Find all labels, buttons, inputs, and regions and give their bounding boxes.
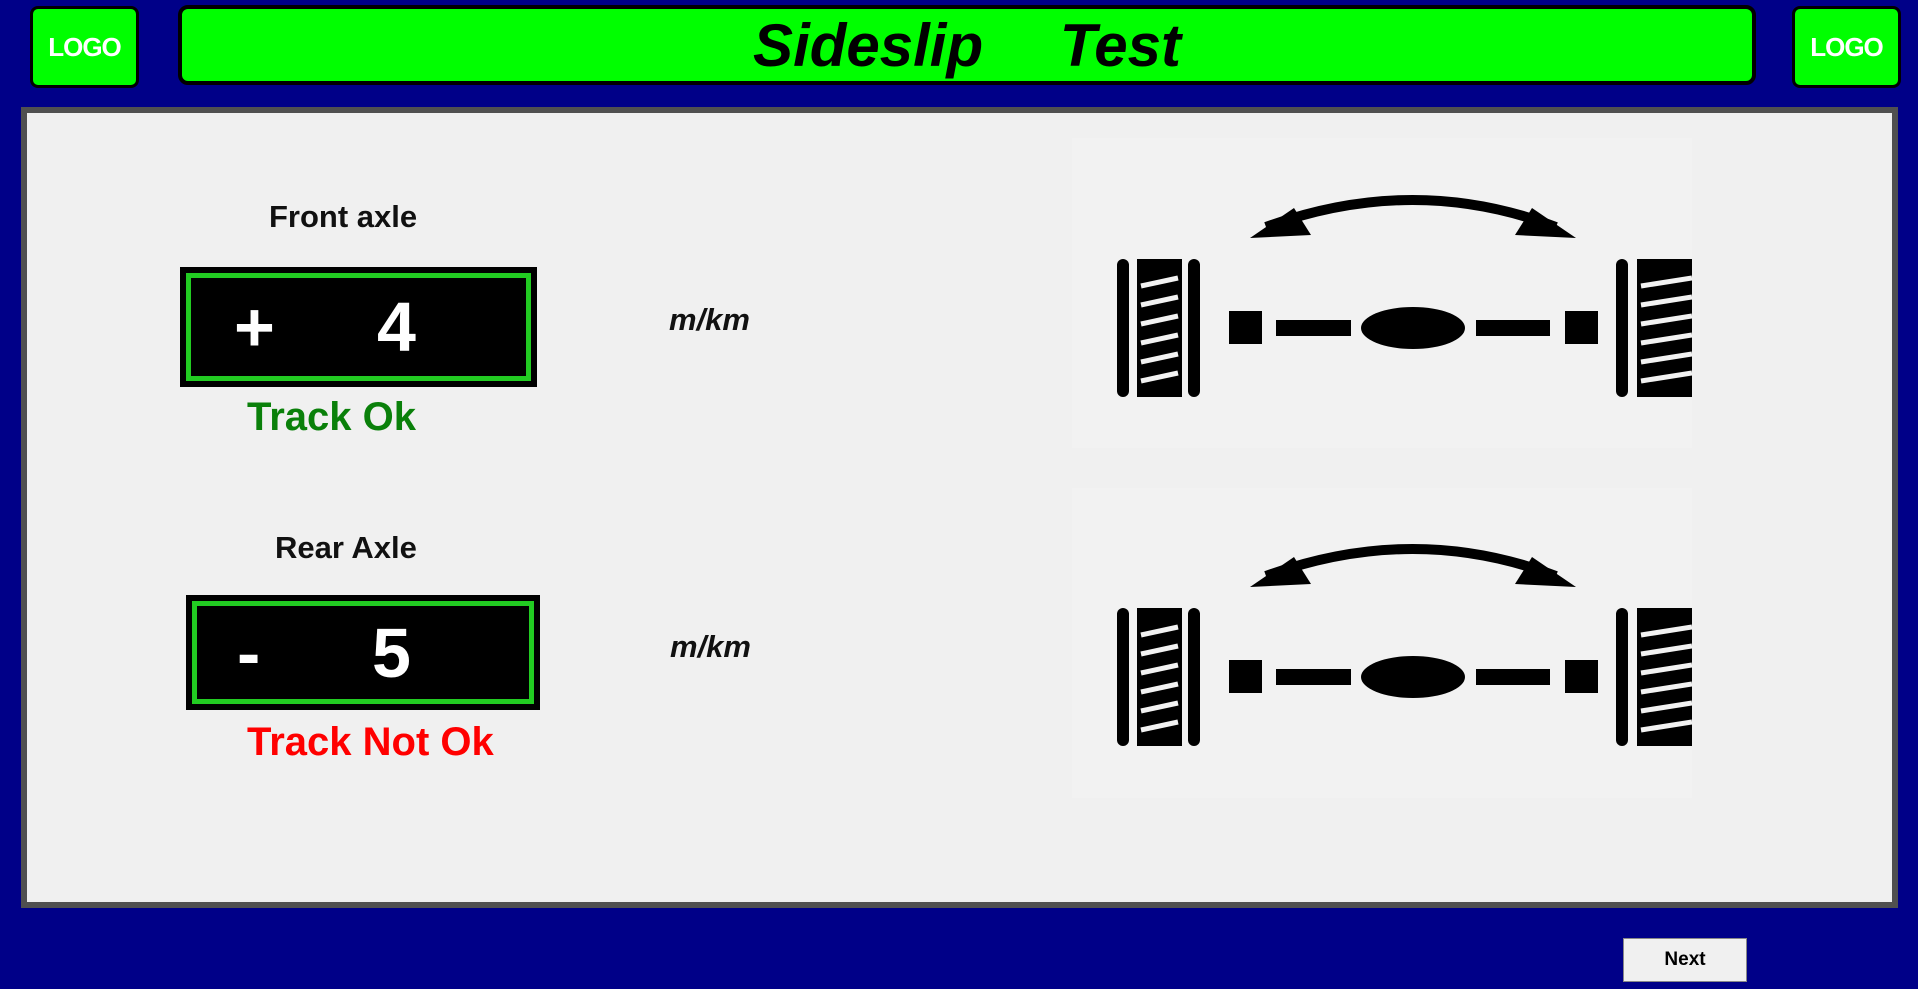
front-axle-value: 4 <box>377 288 416 366</box>
rear-axle-diagram-icon <box>1072 488 1692 798</box>
page-title: Sideslip Test <box>178 5 1756 85</box>
main-panel: Front axle + 4 Track Ok m/km Rear Axle -… <box>21 107 1898 908</box>
next-button[interactable]: Next <box>1623 938 1747 982</box>
rear-axle-sign: - <box>237 613 261 692</box>
logo-right: LOGO <box>1792 6 1901 88</box>
front-axle-label: Front axle <box>269 199 418 234</box>
rear-axle-display: - 5 <box>186 595 540 710</box>
front-axle-diagram-icon <box>1072 138 1692 448</box>
rear-axle-unit: m/km <box>670 629 751 664</box>
front-axle-unit: m/km <box>669 302 750 337</box>
logo-left: LOGO <box>30 6 139 88</box>
rear-axle-status: Track Not Ok <box>247 720 494 764</box>
rear-axle-label: Rear Axle <box>275 530 417 565</box>
front-axle-display: + 4 <box>180 267 537 387</box>
front-axle-status: Track Ok <box>247 395 417 439</box>
front-axle-sign: + <box>234 288 275 366</box>
rear-axle-value: 5 <box>372 613 411 692</box>
